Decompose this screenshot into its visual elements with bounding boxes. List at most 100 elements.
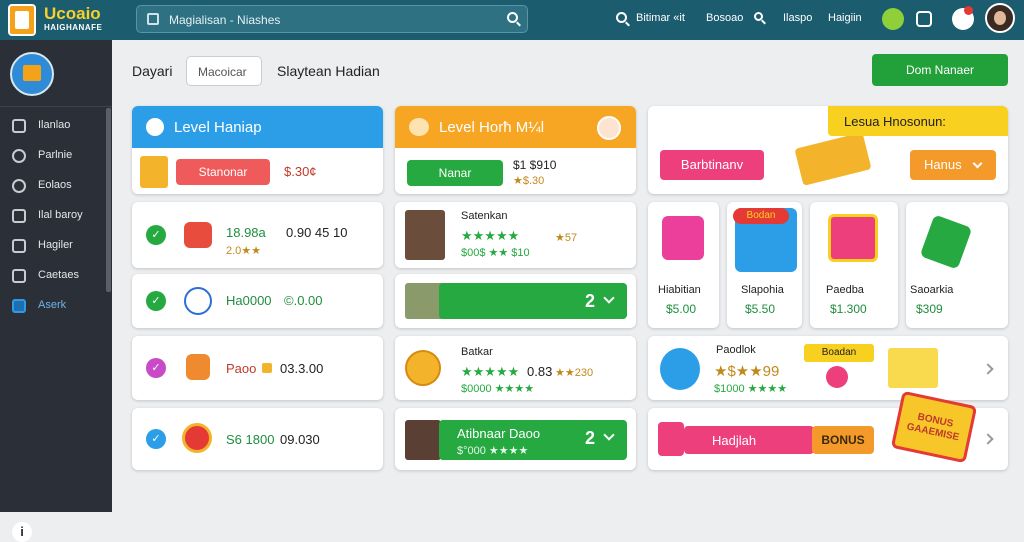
chevron-right-icon[interactable] bbox=[982, 363, 994, 375]
banner-button[interactable]: Barbtinanv bbox=[660, 150, 764, 180]
avatar[interactable] bbox=[985, 3, 1015, 33]
sidebar-item-2[interactable]: Parlnie bbox=[12, 146, 104, 166]
sidebar-item-label: Hagiler bbox=[38, 239, 73, 251]
share-icon[interactable] bbox=[916, 11, 932, 27]
nav-item-1[interactable]: Bitimar «it bbox=[636, 12, 685, 24]
brand-name: Ucoaio bbox=[44, 4, 101, 23]
sidebar-item-4[interactable]: Ilal baroy bbox=[12, 206, 104, 226]
check-icon[interactable]: ✓ bbox=[146, 358, 166, 378]
notification-icon[interactable] bbox=[882, 8, 904, 30]
row-value: S6 1800 bbox=[226, 432, 275, 447]
nav-search-small-icon[interactable] bbox=[754, 12, 763, 21]
game-card-sub: $0000 ★★★★ bbox=[461, 383, 535, 395]
list-item[interactable]: ✓ Ha0000 ©.0.00 bbox=[132, 274, 383, 328]
player-photo bbox=[405, 420, 441, 460]
sidebar-item-7[interactable]: Aserk bbox=[12, 296, 104, 316]
sidebar-scrollbar[interactable] bbox=[106, 108, 111, 292]
chest-icon bbox=[184, 222, 212, 248]
game-card-sub: $°000 ★★★★ bbox=[457, 445, 529, 457]
window-icon bbox=[12, 299, 26, 313]
level-card: Level Haniap Stanonar $.30¢ bbox=[132, 106, 383, 194]
level-2-price: $1 $910 bbox=[513, 158, 557, 172]
brand-subtitle: HAIGHANAFE bbox=[44, 23, 103, 32]
promo-tag: Boadan bbox=[804, 344, 874, 362]
game-card-badge: ★57 bbox=[555, 232, 578, 244]
item-badge: Bodan bbox=[733, 208, 789, 224]
nav-item-3[interactable]: Ilaspo bbox=[783, 12, 812, 24]
alert-dot-icon bbox=[964, 6, 973, 15]
nav-search-icon[interactable] bbox=[616, 12, 627, 23]
promo-banner: Barbtinanv Lesua Hnosonun: Hanus bbox=[648, 106, 1008, 194]
list-item[interactable]: ✓ 18.98a 2.0★★ 0.90 45 10 bbox=[132, 202, 383, 268]
game-card-value: 2 bbox=[585, 428, 596, 448]
row-value: Paoo bbox=[226, 361, 257, 376]
filter-input-value: Macoicar bbox=[198, 65, 247, 79]
toolbar-label: Dayari bbox=[132, 63, 173, 79]
progress-strip[interactable] bbox=[439, 283, 627, 319]
sidebar-item-label: Caetaes bbox=[38, 269, 79, 281]
game-card-value: 0.83 bbox=[527, 364, 553, 379]
cake-icon bbox=[186, 354, 210, 380]
game-card[interactable]: Batkar ★★★★★ 0.83 ★★230 $0000 ★★★★ bbox=[395, 336, 636, 400]
game-card-sub: $00$ ★★ $10 bbox=[461, 247, 530, 259]
banner-dropdown[interactable]: Hanus bbox=[910, 150, 996, 180]
filter-input[interactable]: Macoicar bbox=[186, 56, 262, 86]
sidebar-item-3[interactable]: Eolaos bbox=[12, 176, 104, 196]
usb-drive-icon bbox=[919, 214, 973, 270]
nav-item-4[interactable]: Haigiin bbox=[828, 12, 862, 24]
chevron-right-icon[interactable] bbox=[982, 433, 994, 445]
search-icon[interactable] bbox=[507, 12, 518, 23]
game-card-name: Batkar bbox=[461, 346, 493, 358]
sidebar-item-label: Parlnie bbox=[38, 149, 73, 161]
primary-button[interactable]: Dom Nanaer bbox=[872, 54, 1008, 86]
nanar-button[interactable]: Nanar bbox=[407, 160, 503, 186]
shop-item-price: $5.00 bbox=[666, 302, 697, 316]
globe-icon bbox=[12, 149, 26, 163]
baby-face-icon bbox=[597, 116, 621, 140]
check-icon[interactable]: ✓ bbox=[146, 291, 166, 311]
nav-item-2[interactable]: Bosoao bbox=[706, 12, 743, 24]
banner-tag: Lesua Hnosonun: bbox=[844, 114, 946, 129]
row-extra: 0.90 45 10 bbox=[286, 225, 348, 240]
search-input[interactable]: Magialisan - Niashes bbox=[136, 5, 528, 33]
bonus-label: Hadjlah bbox=[712, 433, 757, 448]
sidebar-logo[interactable] bbox=[10, 52, 54, 96]
app-logo[interactable] bbox=[8, 4, 36, 36]
shop-item-name: Saoarkia bbox=[910, 284, 954, 296]
sidebar-item-label: Ilanlao bbox=[38, 119, 71, 131]
row-extra: ©.0.00 bbox=[284, 293, 323, 308]
shop-item-price: $309 bbox=[916, 302, 943, 316]
row-rating: 2.0★★ bbox=[226, 245, 262, 257]
top-bar: Ucoaio HAIGHANAFE Magialisan - Niashes B… bbox=[0, 0, 1024, 40]
level-card-2-title: Level Horħ M¼l bbox=[439, 119, 545, 136]
gift-box-icon bbox=[828, 214, 878, 262]
shop-item[interactable]: Paedba $1.300 bbox=[810, 202, 898, 328]
shop-item[interactable]: Saoarkia $309 bbox=[906, 202, 1008, 328]
list-item[interactable]: ✓ S6 1800 09.030 bbox=[132, 408, 383, 470]
list-item[interactable]: ✓ Paoo 03.3.00 bbox=[132, 336, 383, 400]
shop-item[interactable]: Bodan Slapohia $5.50 bbox=[727, 202, 802, 328]
sidebar-item-5[interactable]: Hagiler bbox=[12, 236, 104, 256]
promo-row[interactable]: Paodlok ★$★★99 $1000 ★★★★ Boadan bbox=[648, 336, 1008, 400]
bonus-button[interactable]: BONUS bbox=[812, 426, 874, 454]
sidebar-item-6[interactable]: Caetaes bbox=[12, 266, 104, 286]
stanonar-button[interactable]: Stanonar bbox=[176, 159, 270, 185]
coin-icon bbox=[262, 363, 272, 373]
sidebar-item-1[interactable]: Ilanlao bbox=[12, 116, 104, 136]
game-card-extra: ★★230 bbox=[555, 367, 594, 379]
game-card-value: 2 bbox=[585, 291, 596, 311]
game-card-stars: ★★★★★ bbox=[461, 228, 520, 243]
gift-icon bbox=[662, 216, 704, 260]
bonus-row[interactable]: Hadjlah BONUS BONUS GAAEMISE bbox=[648, 390, 1008, 470]
game-card[interactable]: 2 bbox=[395, 274, 636, 328]
check-icon[interactable]: ✓ bbox=[146, 225, 166, 245]
orb-icon bbox=[184, 287, 212, 315]
promo-stars: ★$★★99 bbox=[714, 363, 780, 380]
check-icon[interactable]: ✓ bbox=[146, 429, 166, 449]
game-card[interactable]: Atibnaar Daoo $°000 ★★★★ 2 bbox=[395, 408, 636, 470]
shop-item[interactable]: Hiabitian $5.00 bbox=[648, 202, 719, 328]
game-card[interactable]: Satenkan ★★★★★ $00$ ★★ $10 ★57 bbox=[395, 202, 636, 268]
egg-icon bbox=[409, 118, 429, 136]
row-value: 18.98a bbox=[226, 225, 266, 240]
info-icon[interactable]: i bbox=[12, 522, 32, 542]
